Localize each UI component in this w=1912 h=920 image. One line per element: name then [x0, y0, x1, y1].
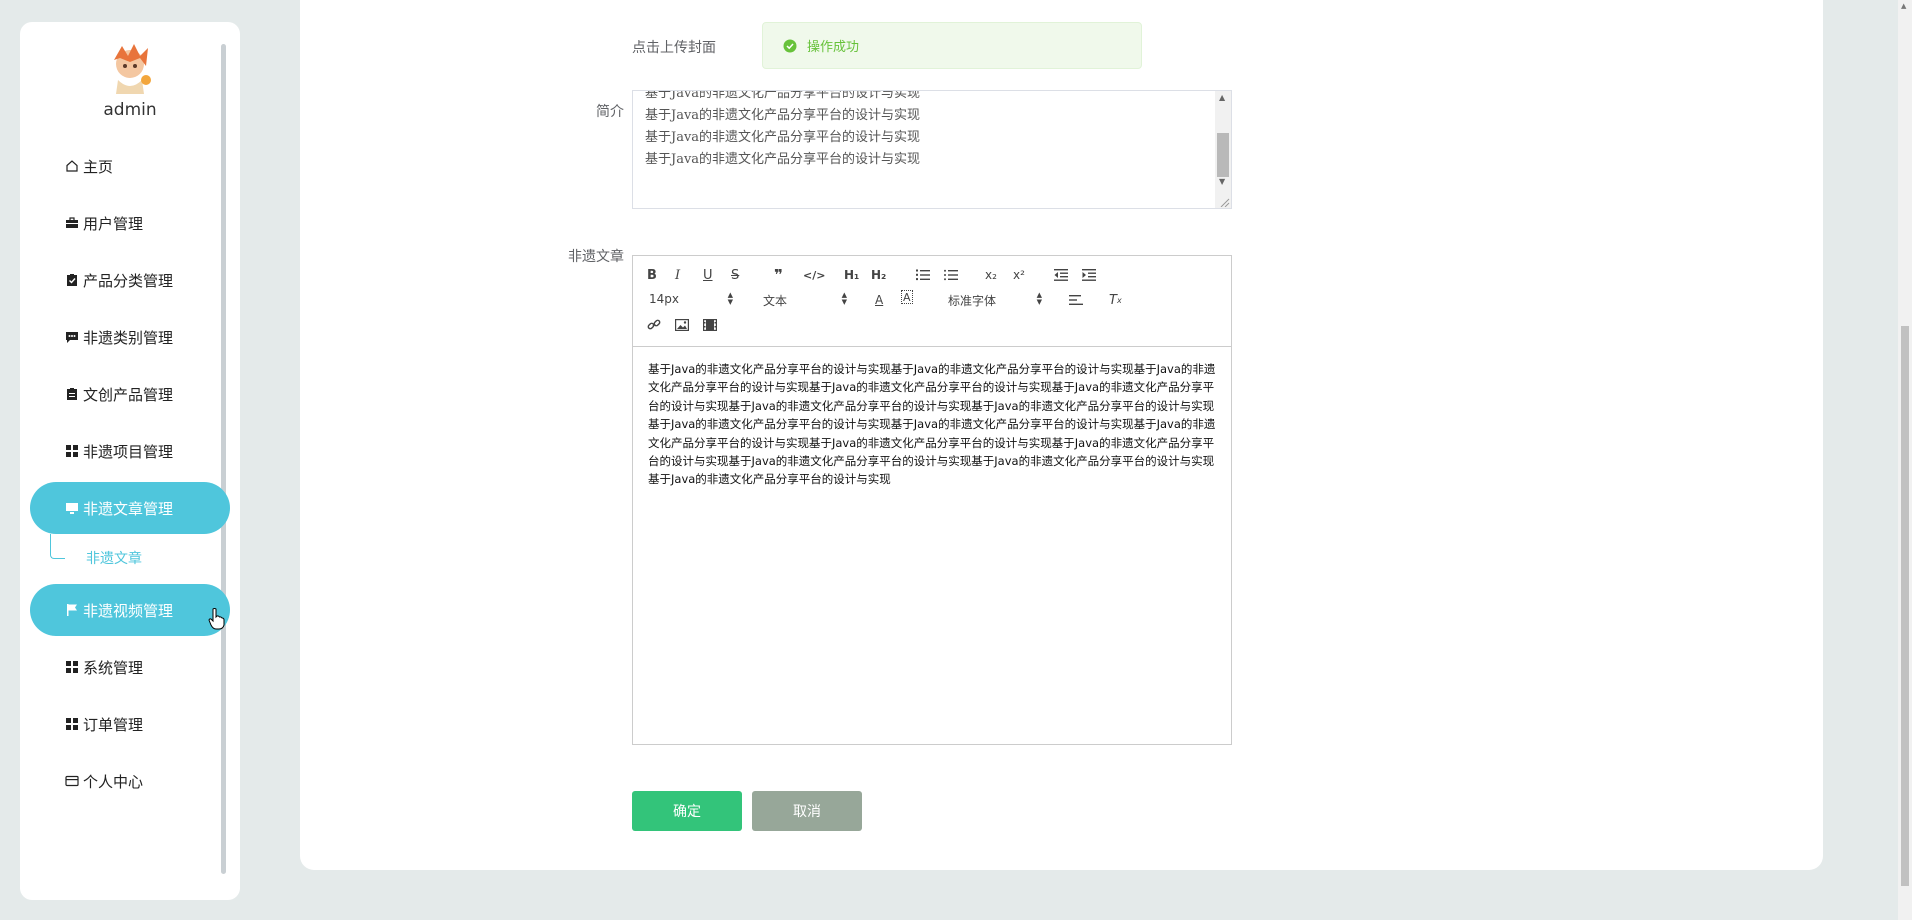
italic-icon[interactable]: I	[675, 265, 680, 285]
paragraph-value: 文本	[763, 294, 788, 308]
sidebar-item-heritage-projects[interactable]: 非遗项目管理	[30, 425, 230, 477]
clear-format-icon[interactable]: Tx	[1109, 290, 1122, 310]
intro-label: 简介	[596, 104, 624, 120]
success-toast: 操作成功	[762, 22, 1142, 69]
sidebar-item-orders[interactable]: 订单管理	[30, 698, 230, 750]
toast-message: 操作成功	[807, 40, 860, 55]
hand-cursor-icon	[208, 608, 225, 630]
cancel-button[interactable]: 取消	[752, 791, 862, 831]
confirm-button[interactable]: 确定	[632, 791, 742, 831]
sidebar-item-system[interactable]: 系统管理	[30, 641, 230, 693]
blockquote-icon[interactable]: ❞	[774, 265, 783, 285]
font-size-value: 14px	[649, 292, 679, 306]
sidebar-item-label: 系统管理	[83, 658, 144, 677]
align-left-icon[interactable]	[1069, 290, 1083, 310]
select-arrows-icon: ▲ ▼	[841, 291, 847, 306]
textarea-scrollbar[interactable]: ▲ ▼	[1215, 91, 1231, 208]
link-icon[interactable]	[647, 315, 661, 335]
article-label: 非遗文章	[568, 249, 624, 265]
scroll-down-icon[interactable]: ▼	[1219, 177, 1225, 186]
avatar	[104, 40, 156, 96]
sidebar-item-label: 非遗类别管理	[83, 328, 174, 347]
resize-grip-icon[interactable]	[1218, 197, 1230, 207]
select-arrows-icon: ▲ ▼	[1036, 291, 1042, 306]
sidebar-item-label: 订单管理	[83, 715, 144, 734]
font-color-icon[interactable]: A	[875, 290, 883, 310]
intro-line: 基于Java的非遗文化产品分享平台的设计与实现	[645, 130, 921, 145]
background-color-icon[interactable]: A	[901, 290, 913, 304]
bold-icon[interactable]: B	[647, 265, 657, 285]
sidebar-item-label: 用户管理	[83, 214, 144, 233]
sidebar-item-label: 非遗视频管理	[83, 601, 174, 620]
intro-textarea[interactable]: 基于Java的非遗文化产品分享平台的设计与实现 基于Java的非遗文化产品分享平…	[632, 90, 1232, 209]
sidebar-item-label: 非遗文章管理	[83, 499, 174, 518]
ordered-list-icon[interactable]	[916, 265, 930, 285]
intro-line: 基于Java的非遗文化产品分享平台的设计与实现	[645, 90, 921, 101]
heading1-icon[interactable]: H₁	[844, 265, 859, 285]
sidebar-item-heritage-videos[interactable]: 非遗视频管理	[30, 584, 230, 636]
submenu-heritage-articles: 非遗文章	[30, 534, 230, 579]
briefcase-icon	[64, 216, 79, 231]
editor-content[interactable]: 基于Java的非遗文化产品分享平台的设计与实现基于Java的非遗文化产品分享平台…	[648, 360, 1218, 489]
check-circle-icon	[783, 39, 797, 52]
cover-upload-label[interactable]: 点击上传封面	[632, 37, 716, 57]
flag-icon	[64, 603, 79, 618]
paragraph-select[interactable]: 文本 ▲ ▼	[763, 291, 847, 309]
grid-icon	[64, 444, 79, 459]
intro-line: 基于Java的非遗文化产品分享平台的设计与实现	[645, 152, 921, 167]
grid-icon	[64, 660, 79, 675]
image-icon[interactable]	[675, 315, 689, 335]
intro-line: 基于Java的非遗文化产品分享平台的设计与实现	[645, 108, 921, 123]
heading2-icon[interactable]: H₂	[871, 265, 886, 285]
submenu-branch-line	[50, 534, 65, 559]
scroll-up-icon[interactable]: ▲	[1219, 93, 1225, 102]
strikethrough-icon[interactable]: S	[731, 265, 739, 285]
sidebar-item-label: 产品分类管理	[83, 271, 174, 290]
sidebar: admin 主页 用户管理 产品分类管理 非遗类别管理 文创产品管理 非遗项目管…	[20, 22, 240, 900]
indent-icon[interactable]	[1082, 265, 1096, 285]
font-size-select[interactable]: 14px ▲ ▼	[649, 292, 733, 308]
font-family-value: 标准字体	[948, 294, 997, 308]
sidebar-item-label: 个人中心	[83, 772, 144, 791]
sidebar-item-creative-products[interactable]: 文创产品管理	[30, 368, 230, 420]
superscript-icon[interactable]: x²	[1013, 265, 1025, 285]
scroll-thumb[interactable]	[1217, 133, 1229, 177]
user-name: admin	[103, 100, 157, 120]
sidebar-item-label: 非遗项目管理	[83, 442, 174, 461]
sidebar-item-label: 主页	[83, 157, 114, 176]
user-profile: admin	[20, 40, 240, 120]
page-scrollbar[interactable]: ▲	[1898, 0, 1912, 920]
subscript-icon[interactable]: x₂	[985, 265, 997, 285]
grid-icon	[64, 717, 79, 732]
monitor-icon	[64, 501, 79, 516]
sidebar-item-label: 文创产品管理	[83, 385, 174, 404]
select-arrows-icon: ▲ ▼	[727, 291, 733, 306]
sidebar-menu: 主页 用户管理 产品分类管理 非遗类别管理 文创产品管理 非遗项目管理 非遗文章…	[30, 140, 230, 812]
home-icon	[64, 159, 79, 174]
chat-icon	[64, 330, 79, 345]
main-panel: 点击上传封面 操作成功 简介 基于Java的非遗文化产品分享平台的设计与实现 基…	[300, 0, 1823, 870]
font-family-select[interactable]: 标准字体 ▲ ▼	[948, 291, 1042, 309]
clipboard-check-icon	[64, 273, 79, 288]
video-icon[interactable]	[703, 315, 717, 335]
sidebar-item-users[interactable]: 用户管理	[30, 197, 230, 249]
scroll-up-icon[interactable]: ▲	[1901, 2, 1906, 10]
bullet-list-icon[interactable]	[944, 265, 958, 285]
card-icon	[64, 774, 79, 789]
page-scroll-thumb[interactable]	[1901, 326, 1909, 886]
sidebar-item-heritage-articles[interactable]: 非遗文章管理	[30, 482, 230, 534]
submenu-item-heritage-article[interactable]: 非遗文章	[86, 548, 142, 568]
sidebar-item-home[interactable]: 主页	[30, 140, 230, 192]
sidebar-item-heritage-category[interactable]: 非遗类别管理	[30, 311, 230, 363]
code-icon[interactable]: </>	[803, 265, 825, 285]
rich-text-editor[interactable]: B I U S ❞ </> H₁ H₂ x₂ x² 14px ▲ ▼ 文本 ▲ …	[632, 255, 1232, 745]
clipboard-icon	[64, 387, 79, 402]
sidebar-item-profile[interactable]: 个人中心	[30, 755, 230, 807]
sidebar-item-product-category[interactable]: 产品分类管理	[30, 254, 230, 306]
outdent-icon[interactable]	[1054, 265, 1068, 285]
underline-icon[interactable]: U	[703, 265, 713, 285]
editor-toolbar: B I U S ❞ </> H₁ H₂ x₂ x² 14px ▲ ▼ 文本 ▲ …	[633, 256, 1231, 347]
